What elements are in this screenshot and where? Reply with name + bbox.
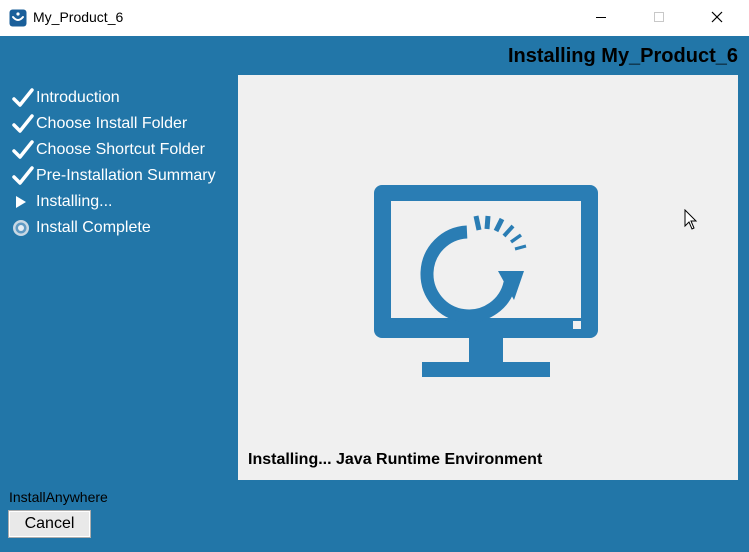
- step-choose-shortcut-folder: Choose Shortcut Folder: [12, 137, 216, 163]
- installer-window: My_Product_6 Installing My_Product_6 Int…: [0, 0, 749, 552]
- step-list: Introduction Choose Install Folder Choos…: [12, 85, 216, 241]
- checkmark-icon: [12, 113, 36, 135]
- step-pre-installation-summary: Pre-Installation Summary: [12, 163, 216, 189]
- radio-dot-icon: [12, 217, 36, 239]
- step-choose-install-folder: Choose Install Folder: [12, 111, 216, 137]
- step-label: Pre-Installation Summary: [36, 167, 216, 184]
- step-label: Choose Shortcut Folder: [36, 141, 205, 158]
- step-label: Choose Install Folder: [36, 115, 188, 132]
- page-title: Installing My_Product_6: [507, 45, 738, 67]
- vendor-label: InstallAnywhere: [9, 489, 108, 505]
- minimize-icon: [596, 17, 606, 18]
- window-title: My_Product_6: [33, 9, 124, 25]
- installanywhere-icon: [9, 9, 27, 27]
- step-label: Installing...: [36, 193, 113, 210]
- maximize-icon: [654, 12, 664, 22]
- close-button[interactable]: [694, 0, 740, 34]
- checkmark-icon: [12, 87, 36, 109]
- cancel-button[interactable]: Cancel: [8, 510, 91, 538]
- step-installing: Installing...: [12, 189, 216, 215]
- step-label: Introduction: [36, 89, 120, 106]
- mouse-cursor-icon: [684, 209, 698, 230]
- play-arrow-icon: [12, 191, 36, 213]
- step-introduction: Introduction: [12, 85, 216, 111]
- title-bar[interactable]: My_Product_6: [0, 0, 749, 36]
- minimize-button[interactable]: [578, 0, 624, 34]
- checkmark-icon: [12, 165, 36, 187]
- step-install-complete: Install Complete: [12, 215, 216, 241]
- maximize-button[interactable]: [636, 0, 682, 34]
- monitor-refresh-icon: [374, 185, 598, 377]
- install-status-text: Installing... Java Runtime Environment: [248, 451, 543, 468]
- close-icon: [711, 11, 723, 23]
- content-panel: Installing... Java Runtime Environment: [238, 75, 738, 480]
- step-label: Install Complete: [36, 219, 151, 236]
- checkmark-icon: [12, 139, 36, 161]
